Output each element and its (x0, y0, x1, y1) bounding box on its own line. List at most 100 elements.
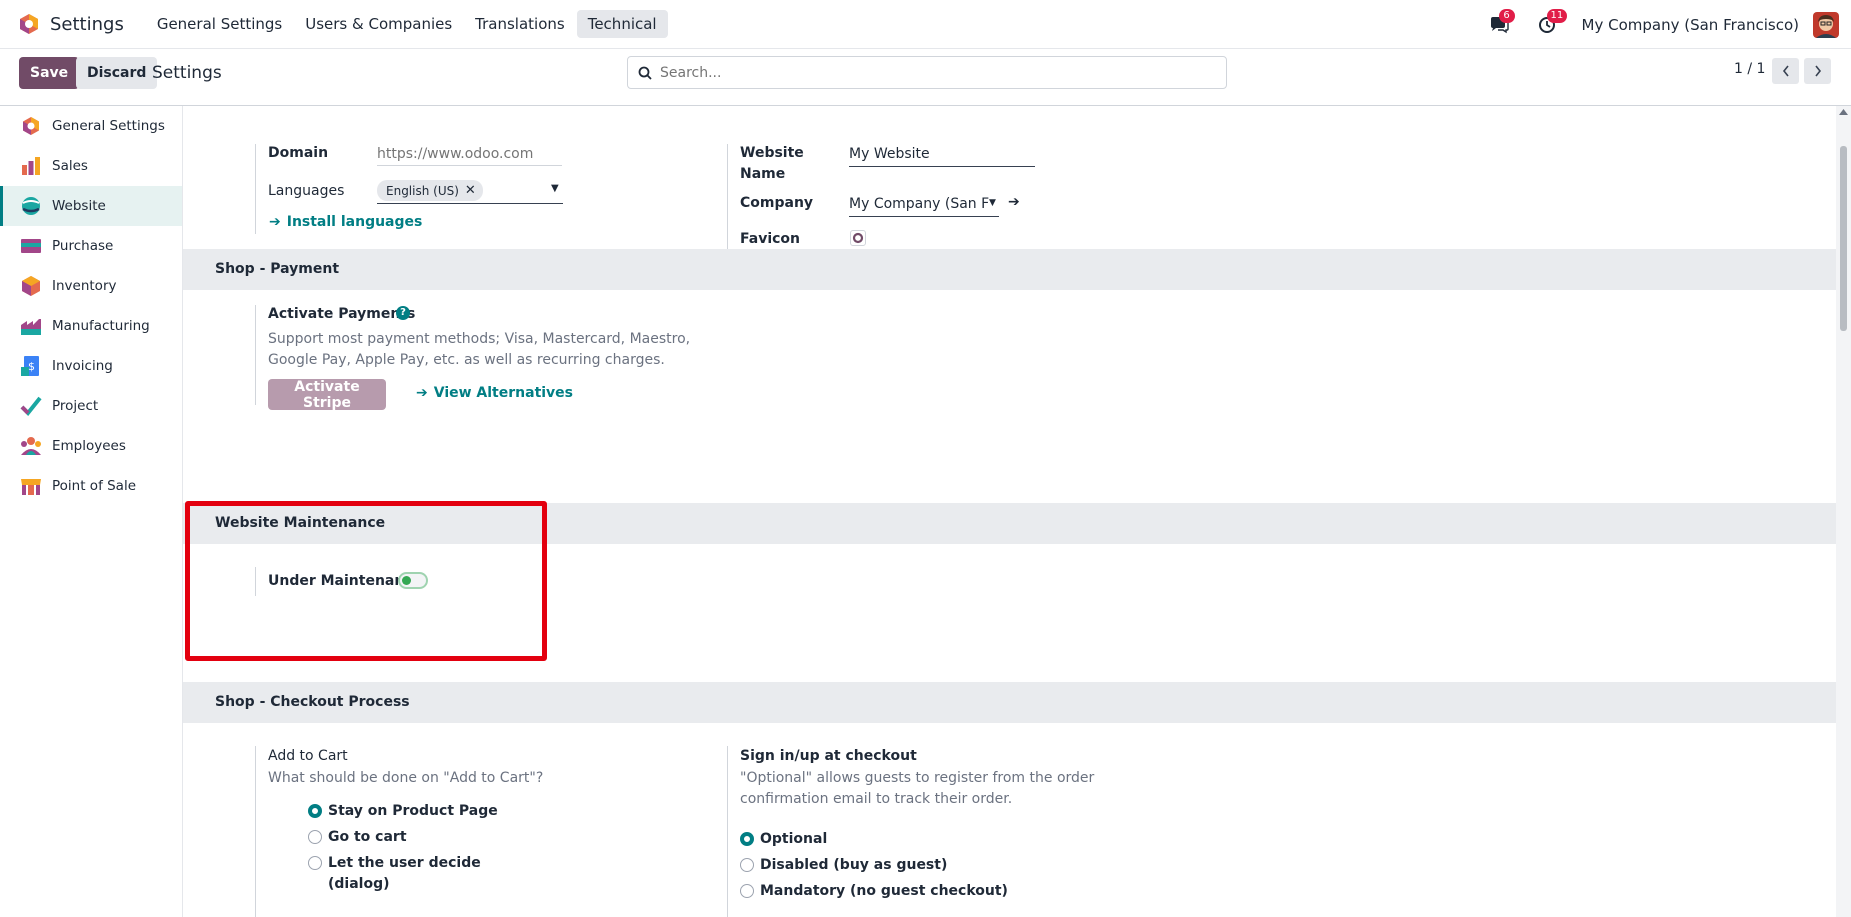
control-panel: Save Discard Settings 1 / 1 (0, 49, 1851, 106)
scroll-thumb[interactable] (1840, 146, 1847, 331)
user-avatar[interactable] (1813, 11, 1839, 38)
activities-count-badge: 11 (1546, 8, 1568, 23)
svg-text:$: $ (28, 360, 35, 373)
radio-optional[interactable] (740, 832, 754, 846)
pager-next-button[interactable] (1804, 58, 1831, 84)
sidebar-item-employees[interactable]: Employees (0, 426, 182, 466)
chevron-left-icon (1782, 65, 1789, 77)
divider (727, 144, 728, 260)
radio-label[interactable]: Disabled (buy as guest) (760, 855, 947, 875)
divider (727, 746, 728, 917)
menu-technical[interactable]: Technical (576, 10, 668, 38)
maintenance-highlight-box (185, 501, 547, 661)
radio-go-to-cart[interactable] (308, 830, 322, 844)
pager-value[interactable]: 1 / 1 (1734, 61, 1765, 77)
sidebar-item-sales[interactable]: Sales (0, 146, 182, 186)
chevron-right-icon (1814, 65, 1821, 77)
scroll-up-arrow-icon[interactable] (1839, 109, 1848, 115)
activate-payments-label: Activate Payments (268, 306, 416, 322)
sidebar-item-project[interactable]: Project (0, 386, 182, 426)
divider (255, 305, 256, 405)
sidebar-item-website[interactable]: Website (0, 186, 182, 226)
odoo-logo-icon[interactable] (18, 13, 40, 35)
section-title: Shop - Checkout Process (215, 694, 410, 710)
description-line: confirmation email to track their order. (740, 791, 1013, 807)
discard-button[interactable]: Discard (76, 57, 158, 89)
search-icon (638, 66, 652, 80)
domain-label: Domain (268, 145, 329, 161)
install-languages-link[interactable]: ➔ Install languages (269, 214, 422, 230)
domain-input[interactable] (377, 142, 562, 166)
pager-previous-button[interactable] (1772, 58, 1799, 84)
search-bar[interactable] (627, 56, 1227, 89)
sidebar-item-label: Purchase (52, 238, 114, 254)
messages-count-badge: 6 (1498, 8, 1515, 23)
save-button[interactable]: Save (19, 57, 80, 89)
remove-tag-icon[interactable]: ✕ (465, 183, 476, 198)
install-languages-label: Install languages (286, 214, 423, 230)
menu-general-settings[interactable]: General Settings (146, 10, 293, 38)
website-icon (22, 197, 40, 215)
website-name-label-line2: Name (740, 166, 786, 182)
app-title[interactable]: Settings (50, 14, 124, 35)
language-tag[interactable]: English (US) ✕ (377, 180, 483, 201)
radio-label[interactable]: Go to cart (328, 827, 407, 847)
settings-sidebar: General Settings Sales Website Purchase … (0, 106, 183, 917)
radio-label-continued[interactable]: (dialog) (328, 874, 390, 894)
favicon-label: Favicon (740, 231, 800, 247)
activities-button[interactable]: 11 (1534, 8, 1568, 37)
general-settings-icon (23, 117, 39, 135)
company-label: Company (740, 195, 814, 211)
sidebar-item-label: Employees (52, 438, 126, 454)
point-of-sale-icon (21, 479, 41, 495)
sidebar-item-label: Website (52, 198, 106, 214)
sidebar-item-purchase[interactable]: Purchase (0, 226, 182, 266)
sidebar-item-inventory[interactable]: Inventory (0, 266, 182, 306)
menu-users-companies[interactable]: Users & Companies (294, 10, 463, 38)
arrow-right-icon: ➔ (416, 385, 428, 401)
company-value[interactable]: My Company (San Frar (849, 196, 989, 212)
favicon-image[interactable] (850, 230, 866, 246)
language-tag-label: English (US) (386, 183, 459, 198)
menu-translations[interactable]: Translations (464, 10, 576, 38)
radio-label[interactable]: Stay on Product Page (328, 801, 498, 821)
view-alternatives-label: View Alternatives (433, 385, 574, 401)
settings-main: Domain Languages English (US) ✕ ▼ ➔ Inst… (183, 106, 1836, 917)
radio-let-user-decide[interactable] (308, 856, 322, 870)
company-dropdown-caret-icon[interactable]: ▼ (989, 198, 996, 208)
messages-button[interactable]: 6 (1486, 8, 1515, 37)
sidebar-item-label: Inventory (52, 278, 117, 294)
company-switcher[interactable]: My Company (San Francisco) (1582, 16, 1799, 34)
avatar-icon (1813, 11, 1839, 38)
search-input[interactable] (660, 64, 1200, 81)
radio-label[interactable]: Optional (760, 829, 827, 849)
radio-disabled-guest[interactable] (740, 858, 754, 872)
main-scrollbar[interactable] (1836, 106, 1851, 917)
sidebar-item-general-settings[interactable]: General Settings (0, 106, 182, 146)
section-shop-payment: Shop - Payment (183, 249, 1836, 290)
company-open-arrow-icon[interactable]: ➔ (1008, 194, 1020, 210)
section-shop-checkout: Shop - Checkout Process (183, 682, 1836, 723)
description-line: Support most payment methods; Visa, Mast… (268, 331, 691, 347)
section-title: Shop - Payment (215, 261, 340, 277)
sidebar-item-point-of-sale[interactable]: Point of Sale (0, 466, 182, 506)
sidebar-item-manufacturing[interactable]: Manufacturing (0, 306, 182, 346)
add-to-cart-description: What should be done on "Add to Cart"? (268, 770, 544, 786)
radio-stay-on-product-page[interactable] (308, 804, 322, 818)
add-to-cart-label: Add to Cart (268, 748, 348, 764)
sidebar-item-label: Manufacturing (52, 318, 150, 334)
description-line: Google Pay, Apple Pay, etc. as well as r… (268, 352, 665, 368)
languages-dropdown-caret-icon[interactable]: ▼ (551, 183, 559, 194)
sidebar-item-label: Invoicing (52, 358, 113, 374)
radio-label[interactable]: Let the user decide (328, 853, 481, 873)
activate-stripe-button[interactable]: Activate Stripe (268, 379, 386, 411)
sidebar-item-label: Project (52, 398, 99, 414)
view-alternatives-link[interactable]: ➔ View Alternatives (416, 385, 573, 401)
website-name-value[interactable]: My Website (849, 146, 930, 162)
radio-label[interactable]: Mandatory (no guest checkout) (760, 881, 1008, 901)
top-navbar: Settings General Settings Users & Compan… (0, 0, 1851, 49)
radio-mandatory[interactable] (740, 884, 754, 898)
favicon-icon (852, 232, 864, 244)
help-icon[interactable]: ? (396, 306, 410, 320)
sidebar-item-invoicing[interactable]: $ Invoicing (0, 346, 182, 386)
